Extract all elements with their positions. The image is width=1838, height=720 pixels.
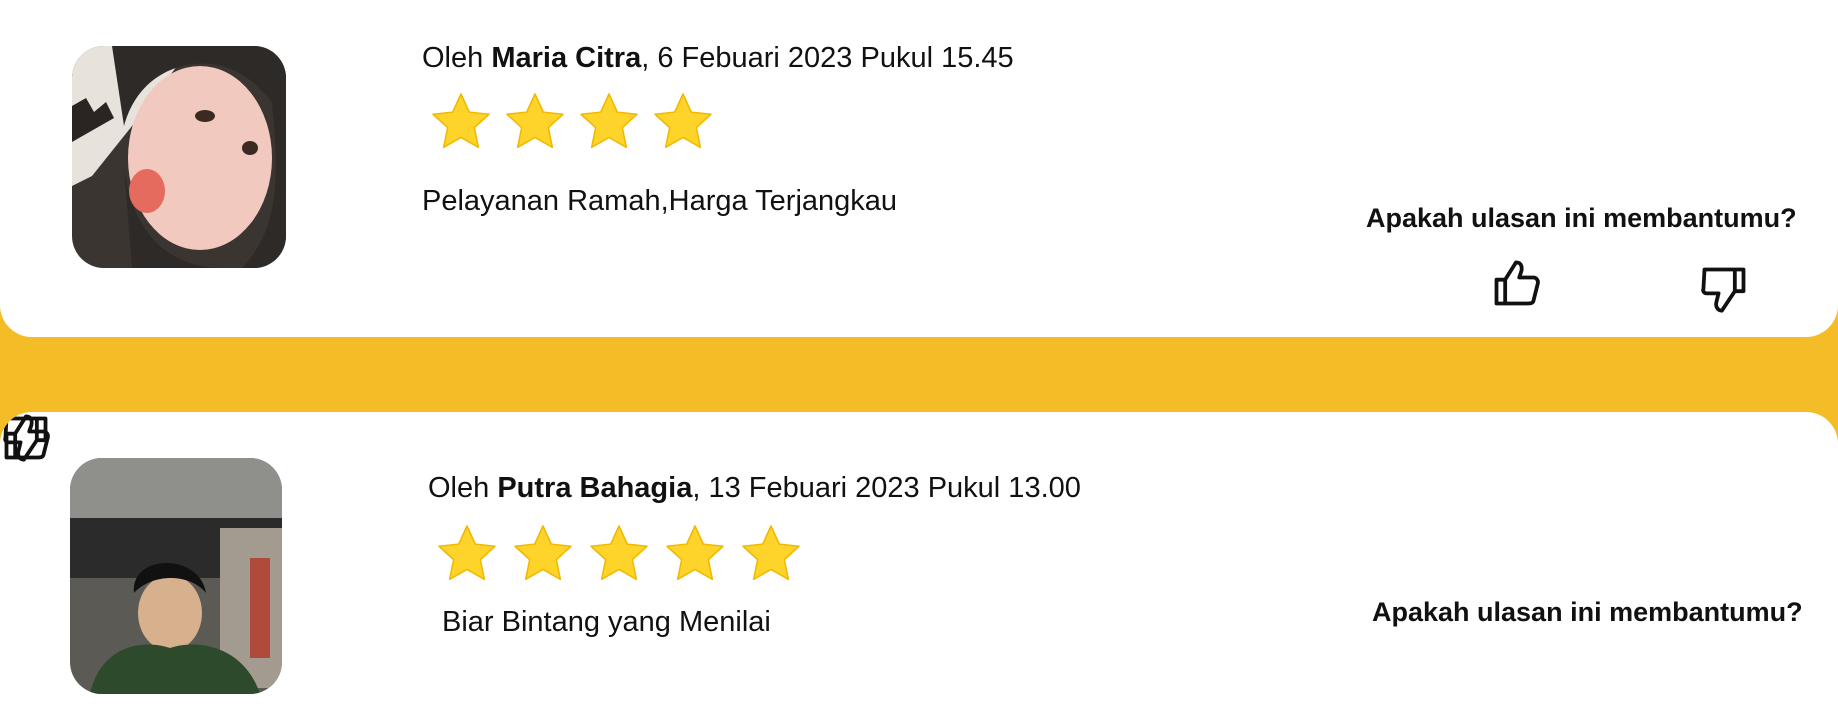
star-icon [742,525,800,581]
review-card: Oleh Maria Citra, 6 Febuari 2023 Pukul 1… [0,0,1838,337]
review-meta: Oleh Maria Citra, 6 Febuari 2023 Pukul 1… [422,42,1014,75]
star-icon [514,525,572,581]
helpful-question: Apakah ulasan ini membantumu? [1366,203,1797,233]
star-rating [428,90,716,154]
thumbs-down-icon [1701,267,1746,313]
avatar-photo [72,46,286,268]
dislike-button[interactable] [1698,263,1750,315]
review-date: , 13 Febuari 2023 Pukul 13.00 [692,472,1081,504]
thumbs-up-icon [1494,260,1540,306]
reviewer-name: Maria Citra [491,42,642,74]
star-icon [580,93,638,149]
review-prefix: Oleh [422,42,492,74]
reviewer-avatar [72,46,286,268]
star-icon [666,525,724,581]
star-icon [506,93,564,149]
review-text: Pelayanan Ramah,Harga Terjangkau [422,185,898,217]
helpful-question: Apakah ulasan ini membantumu? [1372,597,1803,627]
reviewer-name: Putra Bahagia [497,472,693,504]
review-meta: Oleh Putra Bahagia, 13 Febuari 2023 Puku… [428,472,1081,505]
star-icon [432,93,490,149]
review-card: Oleh Putra Bahagia, 13 Febuari 2023 Puku… [0,412,1838,720]
star-rating [434,522,804,586]
like-button[interactable] [1490,258,1542,310]
star-icon [590,525,648,581]
dislike-button[interactable] [0,412,52,464]
review-date: , 6 Febuari 2023 Pukul 15.45 [641,42,1014,74]
reviewer-avatar [70,458,282,694]
review-text: Biar Bintang yang Menilai [442,606,771,638]
avatar-photo [70,458,282,694]
thumbs-down-icon [3,416,48,462]
star-icon [654,93,712,149]
review-prefix: Oleh [428,472,498,504]
star-icon [438,525,496,581]
